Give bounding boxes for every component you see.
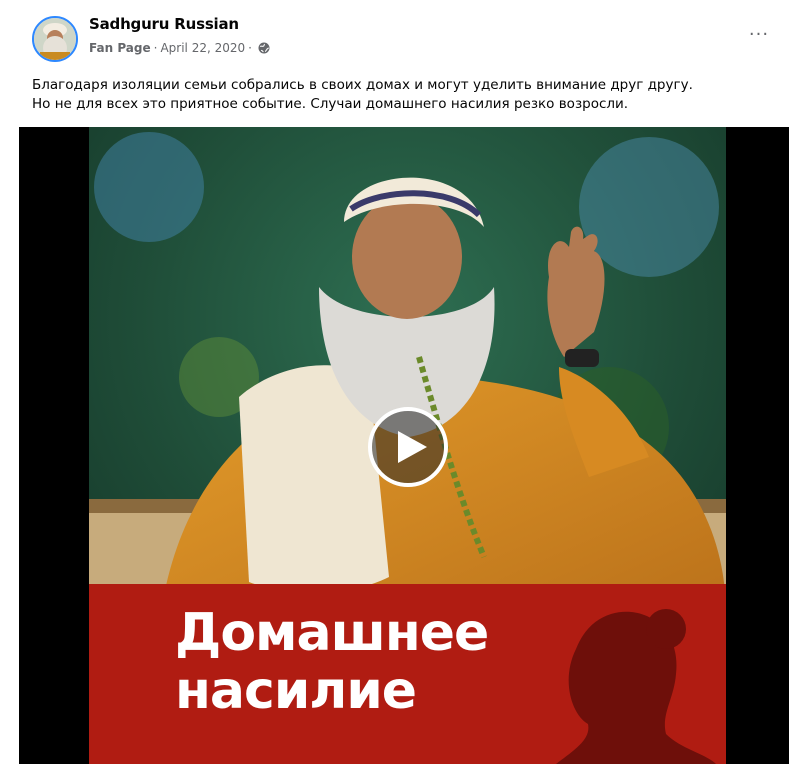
post-date[interactable]: April 22, 2020: [160, 41, 245, 55]
post-message: Благодаря изоляции семьи собрались в сво…: [32, 76, 777, 114]
globe-icon[interactable]: [258, 42, 270, 54]
meta-separator: ·: [248, 41, 252, 55]
video-title-banner: Домашнее насилие: [89, 584, 726, 764]
video-player[interactable]: Домашнее насилие: [19, 127, 789, 764]
video-thumbnail[interactable]: Домашнее насилие: [89, 127, 726, 764]
profile-photo-icon: [34, 18, 76, 60]
post-meta: Fan Page · April 22, 2020 ·: [89, 41, 270, 55]
meta-separator: ·: [153, 41, 158, 55]
more-options-button[interactable]: ···: [741, 26, 777, 50]
author-name[interactable]: Sadhguru Russian: [89, 15, 239, 33]
post-text-line: Благодаря изоляции семьи собрались в сво…: [32, 77, 693, 93]
facebook-post: Sadhguru Russian Fan Page · April 22, 20…: [0, 0, 808, 764]
banner-title-line: Домашнее: [175, 603, 489, 663]
page-type-label[interactable]: Fan Page: [89, 41, 151, 55]
author-avatar[interactable]: [32, 16, 78, 62]
play-icon: [398, 431, 427, 463]
banner-title: Домашнее насилие: [175, 603, 489, 721]
post-header: Sadhguru Russian Fan Page · April 22, 20…: [32, 14, 777, 68]
post-text-line: Но не для всех это приятное событие. Слу…: [32, 96, 629, 112]
banner-title-line: насилие: [175, 661, 417, 721]
play-button[interactable]: [368, 407, 448, 487]
woman-silhouette-icon: [556, 609, 716, 764]
